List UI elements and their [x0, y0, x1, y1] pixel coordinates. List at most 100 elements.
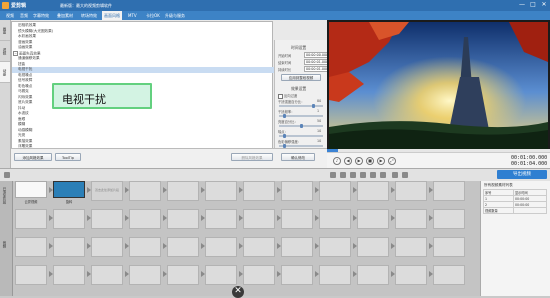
timeline-slot[interactable] — [243, 209, 275, 229]
timeline-slot[interactable] — [433, 265, 465, 285]
side-tab-picture[interactable]: 画面 — [0, 20, 10, 41]
timeline-slot[interactable] — [205, 265, 237, 285]
redo-icon[interactable] — [380, 172, 386, 178]
timeline-slot[interactable] — [129, 265, 161, 285]
timeline-slot[interactable] — [129, 181, 161, 201]
delete-effect-button[interactable]: 删除风格效果 — [231, 153, 273, 161]
menu-mtv[interactable]: MTV — [126, 11, 139, 20]
timeline-slot[interactable] — [357, 265, 389, 285]
timeline-slot[interactable] — [395, 265, 427, 285]
next-icon[interactable]: ▶ — [377, 157, 385, 165]
timeline-slot[interactable] — [205, 181, 237, 201]
menu-style[interactable]: 画面风格 — [102, 11, 122, 20]
menu-karaoke[interactable]: 卡拉OK — [144, 11, 162, 20]
copy-icon[interactable] — [350, 172, 356, 178]
add-effect-button[interactable]: 添加风格效果 — [14, 153, 52, 161]
fullscreen-icon[interactable]: ⤢ — [388, 157, 396, 165]
minimize-button[interactable]: — — [518, 1, 526, 9]
timeline-slot[interactable] — [281, 237, 313, 257]
timeline-slot[interactable] — [167, 181, 199, 201]
timeline-slot[interactable] — [433, 209, 465, 229]
timeline-slot[interactable] — [243, 237, 275, 257]
menu-audio[interactable]: 音频 — [18, 11, 30, 20]
export-video-button[interactable]: 导出视频 — [497, 170, 547, 179]
timeline-slot[interactable] — [395, 237, 427, 257]
timeline-slot[interactable] — [53, 265, 85, 285]
slider-knob[interactable] — [283, 143, 287, 148]
stop-icon[interactable]: ■ — [366, 157, 374, 165]
timeline-slot[interactable] — [53, 209, 85, 229]
timeline-slot[interactable] — [243, 181, 275, 201]
reverse-checkbox[interactable]: 反向过渡 — [278, 93, 297, 99]
timeline-slot[interactable] — [205, 209, 237, 229]
timeline-slot[interactable] — [167, 209, 199, 229]
timeline-slot[interactable] — [205, 237, 237, 257]
interference-slider[interactable] — [279, 103, 323, 108]
timeline-slot[interactable] — [319, 265, 351, 285]
maximize-button[interactable]: □ — [529, 1, 537, 9]
volume-icon[interactable]: ♪ — [333, 157, 341, 165]
menu-subtitle[interactable]: 字幕特效 — [31, 11, 51, 20]
checkbox-icon[interactable] — [278, 93, 283, 99]
paste-icon[interactable] — [360, 172, 366, 178]
timeline-slot[interactable] — [15, 237, 47, 257]
color-shift-slider[interactable] — [279, 143, 323, 148]
zoom-icon[interactable] — [4, 172, 10, 178]
split-icon[interactable] — [340, 172, 346, 178]
tool-button[interactable]: ToolTip — [55, 153, 81, 161]
timeline-slot[interactable] — [15, 265, 47, 285]
slider3-value: 50 — [317, 119, 322, 123]
undo-icon[interactable] — [370, 172, 376, 178]
timeline-slot[interactable] — [167, 237, 199, 257]
menu-overlay[interactable]: 叠加素材 — [55, 11, 75, 20]
add-clip-placeholder[interactable]: 双击此处添加片段 — [91, 181, 123, 201]
menu-transition[interactable]: 转场特效 — [79, 11, 99, 20]
timeline-slot[interactable] — [91, 237, 123, 257]
slider-knob[interactable] — [299, 123, 303, 128]
timeline-slot[interactable] — [243, 265, 275, 285]
close-button[interactable]: ✕ — [540, 1, 548, 9]
timeline-slot[interactable] — [281, 265, 313, 285]
table-row[interactable]: 视频数量 — [483, 207, 548, 214]
brightness-slider[interactable] — [279, 123, 323, 128]
side-tab-dynamic[interactable]: 动景 — [0, 62, 10, 83]
frequency-slider[interactable] — [279, 113, 323, 118]
timeline-slot[interactable] — [129, 209, 161, 229]
clip-item-selected[interactable]: 旋转 — [53, 181, 85, 205]
timeline-slot[interactable] — [91, 265, 123, 285]
side-tab-filter[interactable]: 滤镜 — [0, 41, 10, 62]
timeline-slot[interactable] — [357, 181, 389, 201]
timeline-slot[interactable] — [395, 209, 427, 229]
cut-icon[interactable] — [330, 172, 336, 178]
prev-frame-icon[interactable] — [392, 172, 398, 178]
timeline-slot[interactable] — [433, 237, 465, 257]
apply-range-button[interactable]: 应用到整段视频 — [281, 74, 321, 81]
slider-knob[interactable] — [283, 133, 287, 138]
timeline-slot[interactable] — [91, 209, 123, 229]
slider-knob[interactable] — [311, 103, 315, 108]
timeline-slot[interactable] — [167, 265, 199, 285]
timeline-slot[interactable] — [281, 209, 313, 229]
next-frame-icon[interactable] — [402, 172, 408, 178]
play-icon[interactable]: ▶ — [355, 157, 363, 165]
timeline-slot[interactable] — [319, 181, 351, 201]
clip-item[interactable]: 云雾视频 — [15, 181, 47, 205]
timeline-slot[interactable] — [53, 237, 85, 257]
collapse-icon[interactable]: − — [13, 50, 18, 56]
timeline-slot[interactable] — [15, 209, 47, 229]
menu-video[interactable]: 视频 — [4, 11, 16, 20]
timeline-slot[interactable] — [319, 237, 351, 257]
timeline-slot[interactable] — [129, 237, 161, 257]
timeline-slot[interactable] — [281, 181, 313, 201]
timeline-slot[interactable] — [395, 181, 427, 201]
timeline-slot[interactable] — [357, 209, 389, 229]
noise-slider[interactable] — [279, 133, 323, 138]
timeline-slot[interactable] — [357, 237, 389, 257]
slider-knob[interactable] — [283, 113, 287, 118]
timeline-slot[interactable] — [433, 181, 465, 201]
delete-clip-button[interactable]: ✕ — [232, 286, 244, 298]
confirm-button[interactable]: 确认修改 — [281, 153, 315, 161]
prev-icon[interactable]: ◀ — [344, 157, 352, 165]
timeline-slot[interactable] — [319, 209, 351, 229]
menu-upgrade[interactable]: 升级与服务 — [163, 11, 187, 20]
